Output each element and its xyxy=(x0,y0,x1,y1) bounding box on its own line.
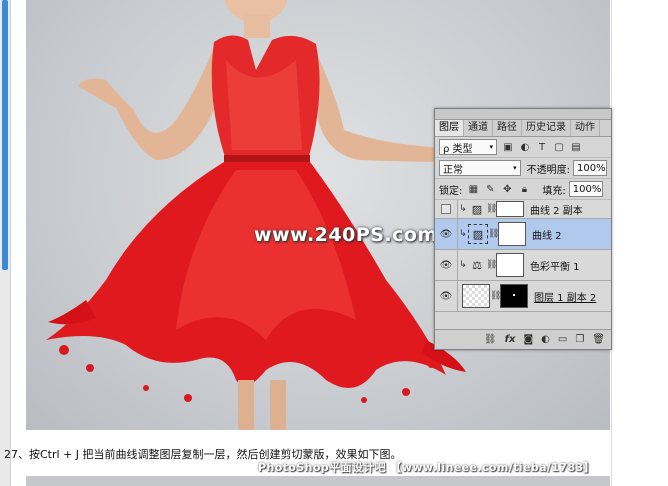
panel-footer: ⛓︎ fx ◙ ◐ ▭ ❐ 🗑︎ xyxy=(435,329,611,349)
page-margin xyxy=(611,0,668,486)
layer-name[interactable]: 曲线 2 xyxy=(532,227,562,242)
lock-label: 锁定: xyxy=(439,185,463,197)
opacity-value: 100% xyxy=(577,162,606,174)
lock-transparent-icon[interactable]: ▦ xyxy=(467,183,479,195)
link-icon: ⛓︎ xyxy=(486,204,498,214)
layer-1-copy-2[interactable]: 👁︎ ⛓︎ 图层 1 副本 2 xyxy=(435,281,611,312)
tab-layers[interactable]: 图层 xyxy=(435,120,464,136)
link-icon: ⛓︎ xyxy=(488,229,500,239)
curves-adjustment-icon: ▨ xyxy=(468,224,488,244)
new-adjustment-icon[interactable]: ◐ xyxy=(541,334,550,345)
tab-history[interactable]: 历史记录 xyxy=(522,120,571,136)
kind-filter-value: ρ 类型 xyxy=(443,143,473,155)
trash-icon[interactable]: 🗑︎ xyxy=(592,334,605,345)
layer-name[interactable]: 色彩平衡 1 xyxy=(530,258,580,273)
visibility-toggle[interactable] xyxy=(435,200,458,218)
new-layer-icon[interactable]: ❐ xyxy=(575,334,584,345)
tab-channels[interactable]: 通道 xyxy=(464,120,493,136)
visibility-toggle[interactable]: 👁︎ xyxy=(435,219,458,249)
fx-icon[interactable]: fx xyxy=(505,334,516,345)
tab-paths[interactable]: 路径 xyxy=(493,120,522,136)
scrollbar-thumb[interactable] xyxy=(2,0,8,270)
tab-actions[interactable]: 动作 xyxy=(571,120,600,136)
clip-arrow-icon: ↳ xyxy=(459,229,467,239)
color-balance-adjustment-icon: ⚖︎ xyxy=(472,258,482,272)
add-mask-icon[interactable]: ◙ xyxy=(523,334,533,345)
lock-image-icon[interactable]: ✎ xyxy=(484,183,496,195)
layer-mask-thumbnail[interactable] xyxy=(500,284,528,308)
layer-color-balance-1[interactable]: 👁︎ ↳ ⚖︎ ⛓︎ 色彩平衡 1 xyxy=(435,250,611,281)
chevron-down-icon: ▾ xyxy=(489,143,493,151)
lock-all-icon[interactable]: 🔒︎ xyxy=(518,183,530,195)
smart-object-filter-icon[interactable]: ▤ xyxy=(570,141,582,153)
site-watermark: www.240PS.com xyxy=(254,224,438,246)
visibility-toggle[interactable]: 👁︎ xyxy=(435,250,458,280)
shape-filter-icon[interactable]: ▢ xyxy=(553,141,565,153)
layer-curves-2-copy[interactable]: ↳ ▨ ⛓︎ 曲线 2 副本 xyxy=(435,200,611,219)
fill-label: 填充: xyxy=(542,185,566,197)
eye-icon: 👁︎ xyxy=(439,290,453,302)
panel-tabs: 图层 通道 路径 历史记录 动作 xyxy=(435,120,611,137)
fill-value: 100% xyxy=(572,183,602,195)
layers-panel[interactable]: 图层 通道 路径 历史记录 动作 ρ 类型 ▾ ▣ ◐ T ▢ ▤ 正常 ▾ 不… xyxy=(434,108,612,350)
blend-mode-select[interactable]: 正常 ▾ xyxy=(439,160,521,176)
chevron-down-icon: ▾ xyxy=(513,164,517,172)
next-photo-preview xyxy=(26,476,610,486)
visibility-toggle[interactable]: 👁︎ xyxy=(435,281,458,311)
adjustment-filter-icon[interactable]: ◐ xyxy=(519,141,531,153)
opacity-input[interactable]: 100% xyxy=(573,160,607,176)
layer-name[interactable]: 曲线 2 副本 xyxy=(530,202,583,217)
layer-mask-thumbnail[interactable] xyxy=(496,253,524,277)
link-icon: ⛓︎ xyxy=(490,291,502,301)
kind-filter-select[interactable]: ρ 类型 ▾ xyxy=(439,139,497,155)
blend-mode-value: 正常 xyxy=(443,164,463,176)
curves-adjustment-icon: ▨ xyxy=(471,202,483,216)
layer-mask-thumbnail[interactable] xyxy=(498,222,526,246)
lock-position-icon[interactable]: ✥ xyxy=(501,183,513,195)
eye-icon: 👁︎ xyxy=(439,228,453,240)
clip-arrow-icon: ↳ xyxy=(459,204,467,214)
forum-credit-watermark: PhotoShop平面设计吧 【www.lineee.com/tieba/178… xyxy=(258,461,595,474)
layer-curves-2[interactable]: 👁︎ ↳ ▨ ⛓︎ 曲线 2 xyxy=(435,219,611,250)
eye-icon: 👁︎ xyxy=(439,259,453,271)
fill-input[interactable]: 100% xyxy=(568,181,603,197)
type-filter-icon[interactable]: T xyxy=(536,141,548,153)
layer-name[interactable]: 图层 1 副本 2 xyxy=(534,289,596,304)
lock-row: 锁定: ▦ ✎ ✥ 🔒︎ 填充: 100% xyxy=(435,179,611,200)
panel-titlebar[interactable] xyxy=(435,109,611,120)
scrollbar-strip[interactable] xyxy=(0,0,11,486)
clip-arrow-icon: ↳ xyxy=(459,260,467,270)
link-layers-icon[interactable]: ⛓︎ xyxy=(484,334,497,345)
hidden-box-icon xyxy=(441,204,451,214)
layer-thumbnail[interactable] xyxy=(462,284,490,308)
filter-row: ρ 类型 ▾ ▣ ◐ T ▢ ▤ xyxy=(435,137,611,158)
opacity-label: 不透明度: xyxy=(526,164,570,176)
layer-mask-thumbnail[interactable] xyxy=(496,201,524,217)
blend-row: 正常 ▾ 不透明度: 100% xyxy=(435,158,611,179)
pixel-filter-icon[interactable]: ▣ xyxy=(502,141,514,153)
link-icon: ⛓︎ xyxy=(486,260,498,270)
new-group-icon[interactable]: ▭ xyxy=(558,334,567,345)
